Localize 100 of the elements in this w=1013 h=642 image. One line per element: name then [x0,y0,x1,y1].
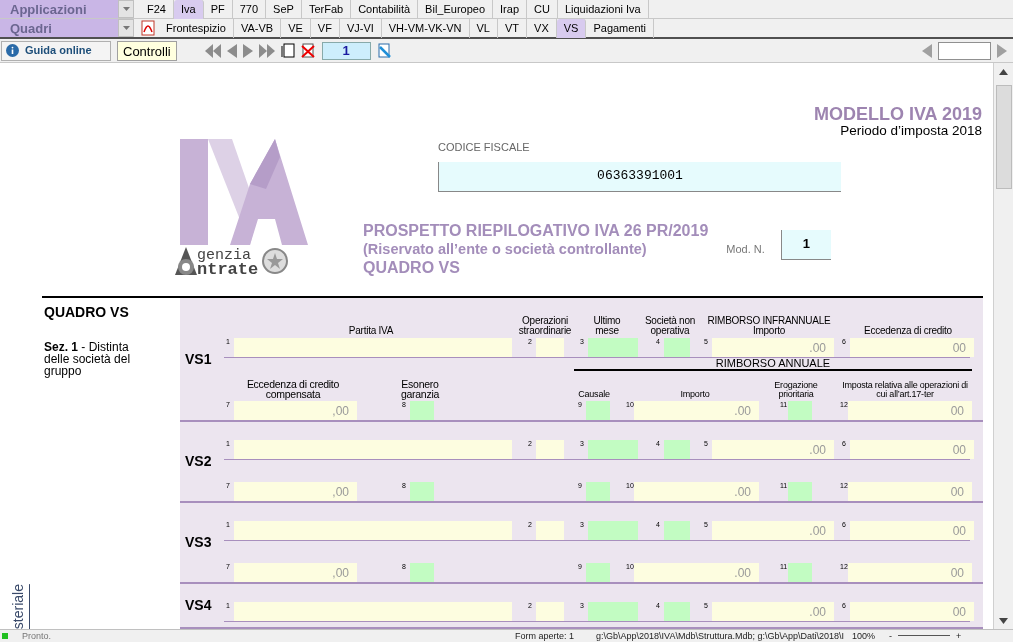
zoom-out-button[interactable]: - [889,630,893,641]
column-heading: Ultimo mese [592,316,622,336]
form-section-title: QUADRO VS [363,257,461,278]
form-subtitle: (Riservato all’ente o società controllante) [363,239,648,258]
dropdown-arrow-icon [122,7,130,11]
form-title: PROSPETTO RIEPILOGATIVO IVA 26 PR/2019 [363,221,709,240]
input-field[interactable] [664,338,690,357]
agency-logo-icon [175,247,197,277]
column-heading: Eccedenza di credito compensata [245,379,341,399]
column-heading: Operazioni straordinarie [517,316,573,336]
dropdown-arrow-icon [122,26,130,30]
tab[interactable]: VF [310,18,340,38]
input-field[interactable] [234,602,512,621]
input-field[interactable] [588,440,638,459]
section-description: Sez. 1 - Distinta delle società del gruppo [44,341,132,377]
status-path: g:\Gb\App\2018\IVA\Mdb\Struttura.Mdb; g:\Gb\App\Dati\2018\I [596,630,845,641]
scroll-down-icon[interactable] [999,618,1008,624]
input-field[interactable] [536,440,564,459]
tab[interactable]: F24 [140,0,174,19]
input-field[interactable] [586,401,610,420]
input-field[interactable] [586,563,610,582]
status-forms: Form aperte: 1 [515,630,575,641]
column-heading: Erogazione prioritaria [773,381,819,399]
new-page-icon[interactable] [280,43,295,58]
row-code: VS1 [185,349,212,369]
tab[interactable]: CU [527,0,558,19]
tab[interactable]: VT [498,18,528,38]
tax-code-field[interactable]: 06363391001 [438,161,841,192]
pdf-icon[interactable] [141,20,155,36]
input-field[interactable] [536,602,564,621]
input-field[interactable] [588,338,638,357]
input-field[interactable] [588,521,638,540]
column-heading: Importo [679,390,711,399]
controls-button[interactable]: Controlli [117,40,177,61]
input-field[interactable] [664,521,690,540]
input-field[interactable] [410,482,434,501]
column-heading: Esonero garanzia [399,379,441,399]
column-heading: Imposta relativa alle operazioni di cui all’art.17-ter [841,381,969,399]
input-field[interactable] [788,401,812,420]
input-field[interactable] [788,482,812,501]
tab[interactable]: Frontespizio [159,18,234,38]
column-heading: RIMBORSO INFRANNUALE Importo [706,316,832,336]
tab[interactable]: VX [527,18,557,38]
help-button[interactable]: Guida online [1,40,111,61]
tab[interactable]: VA-VB [233,18,282,38]
field-label: CODICE FISCALE [438,140,531,155]
input-field[interactable] [234,521,512,540]
input-field[interactable] [536,338,564,357]
search-page-icon[interactable] [376,43,392,58]
tax-period: Periodo d’imposta 2018 [840,123,982,138]
previous-page-icon[interactable] [226,43,237,58]
model-number-field[interactable]: 1 [780,229,831,260]
zoom-level: 100% [852,630,876,641]
tab[interactable]: Bil_Europeo [418,0,494,19]
tab[interactable]: Pagamenti [586,18,654,38]
row-code: VS3 [185,533,212,552]
page-number-field[interactable]: 1 [321,41,371,60]
input-field[interactable] [664,440,690,459]
info-icon [6,44,19,57]
scrollbar[interactable] [993,63,1013,629]
tab[interactable]: Liquidazioni Iva [557,0,649,19]
tab[interactable]: VH-VM-VK-VN [381,18,470,38]
tab[interactable]: Iva [173,0,204,19]
next-arrow-icon[interactable] [997,43,1007,58]
input-field[interactable] [536,521,564,540]
status-indicator-icon [2,632,8,639]
last-page-icon[interactable] [258,43,275,58]
zoom-in-button[interactable]: + [956,630,962,641]
tab[interactable]: VE [281,18,311,38]
input-field[interactable] [588,602,638,621]
input-field[interactable] [234,338,512,357]
tab[interactable]: Contabilità [351,0,419,19]
logo-text: genzia [197,249,251,263]
column-heading: Partita IVA [347,326,395,336]
tab[interactable]: SeP [266,0,302,19]
tab[interactable]: 770 [232,0,267,19]
input-field[interactable] [410,401,434,420]
tab[interactable]: Irap [493,0,527,19]
column-heading: Causale [577,390,611,399]
next-page-icon[interactable] [242,43,253,58]
input-field[interactable] [664,602,690,621]
previous-arrow-icon[interactable] [922,43,932,58]
input-field[interactable] [788,563,812,582]
delete-page-icon[interactable] [300,43,316,58]
input-field[interactable] [234,440,512,459]
column-heading: Eccedenza di credito [863,326,953,336]
tab[interactable]: VL [469,18,498,38]
first-page-icon[interactable] [204,43,221,58]
status-text: Pronto. [22,630,52,641]
section-title: QUADRO VS [44,303,130,322]
scroll-thumb[interactable] [995,85,1012,189]
page-field[interactable] [938,41,991,60]
tab[interactable]: VJ-VI [339,18,382,38]
tab[interactable]: TerFab [301,0,352,19]
input-field[interactable] [410,563,434,582]
tab[interactable]: PF [203,0,233,19]
side-label: steriale [4,583,30,629]
input-field[interactable] [586,482,610,501]
scroll-up-icon[interactable] [999,69,1008,75]
logo-text: ntrate [197,263,259,277]
